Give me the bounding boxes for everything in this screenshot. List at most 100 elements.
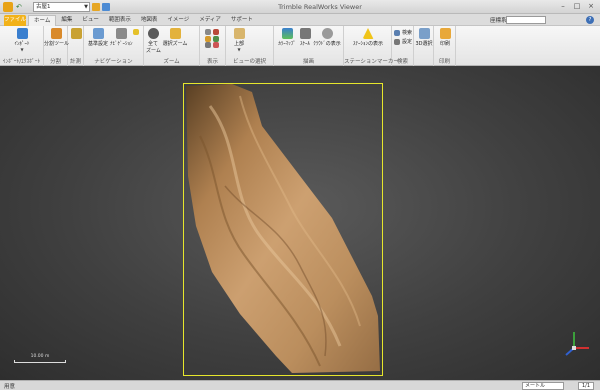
help-icon[interactable]: ? <box>586 16 594 24</box>
display-tools[interactable] <box>203 29 223 49</box>
zoom-select-button[interactable]: 選択ズーム <box>162 28 188 47</box>
save-icon[interactable] <box>102 3 110 11</box>
group-render: ｶﾗｰﾏｯﾌﾟ ｽｹｰﾙ ｸﾗｳﾄﾞの表示 描画 <box>274 26 344 66</box>
base-setting-button[interactable]: 基準設定 <box>87 28 109 47</box>
measure-button[interactable] <box>70 28 82 40</box>
select-3d-label: 3D選択 <box>415 41 433 47</box>
group-viewpoint: 上部 ▼ ビューの選択 <box>226 26 274 66</box>
group-station-marker: ｽﾃｰｼｮﾝの表示 ステーションマーカー <box>344 26 399 66</box>
display-icon-3 <box>205 35 211 42</box>
display-icon-6 <box>213 42 219 48</box>
settings-button[interactable]: 設定 <box>394 38 414 45</box>
top-view-button[interactable]: 上部 ▼ <box>230 28 248 52</box>
zoom-select-label: 選択ズーム <box>162 41 188 47</box>
view-select-value: 古屋1 <box>36 4 51 10</box>
base-label: 基準設定 <box>87 41 108 47</box>
tab-range[interactable]: 範囲表示 <box>104 15 136 26</box>
base-point-icon <box>92 28 104 39</box>
navigation-button[interactable]: ﾅﾋﾞｹﾞｰｼｮﾝ <box>110 28 133 47</box>
group-label: 分割 <box>49 59 61 65</box>
tab-support[interactable]: サポート <box>226 15 258 26</box>
display-icon-2 <box>213 29 219 35</box>
status-bar: 用意 メートル 1/1 <box>0 380 600 390</box>
navigate-icon <box>115 28 127 39</box>
folder-icon[interactable] <box>92 3 100 11</box>
scale-bar-label: 10.00 m <box>30 354 50 359</box>
station-show-button[interactable]: ｽﾃｰｼｮﾝの表示 <box>346 28 390 47</box>
unit-select[interactable]: メートル <box>522 382 564 390</box>
group-zoom: 全て ズーム 選択ズーム ズーム <box>144 26 200 66</box>
group-measure: 計測 <box>68 26 84 66</box>
window-controls: – □ × <box>557 2 597 11</box>
print-label: 印刷 <box>439 41 450 47</box>
station-icon <box>362 28 374 39</box>
view-select[interactable]: 古屋1 ▼ <box>33 2 90 12</box>
nav-mode-button[interactable] <box>133 29 141 36</box>
tab-home[interactable]: ホーム <box>28 15 57 26</box>
group-label: 描画 <box>302 59 314 65</box>
split-label: 分割ツール <box>44 41 70 47</box>
group-label: ビューの選択 <box>232 59 266 65</box>
import-button[interactable]: ｲﾝﾎﾟｰﾄ ▼ <box>8 28 36 52</box>
group-3d-select: 3D選択 <box>414 26 434 66</box>
cloud-icon <box>321 28 333 39</box>
group-import-export: ｲﾝﾎﾟｰﾄ ▼ ｲﾝﾎﾟｰﾄ/ｴｸｽﾎﾟｰﾄ <box>0 26 44 66</box>
magnifier-icon <box>147 28 159 39</box>
search-button[interactable]: 検索 <box>394 29 414 36</box>
3d-viewport[interactable]: 10.00 m <box>0 66 600 380</box>
group-label: ステーションマーカー <box>344 59 399 65</box>
group-label: ｲﾝﾎﾟｰﾄ/ｴｸｽﾎﾟｰﾄ <box>2 59 41 65</box>
group-label: 表示 <box>206 59 218 65</box>
zoom-all-button[interactable]: 全て ズーム <box>146 28 161 54</box>
tab-view[interactable]: ビュー <box>77 15 104 26</box>
tab-file[interactable]: ファイル <box>4 15 26 26</box>
maximize-button[interactable]: □ <box>571 2 583 11</box>
tab-map[interactable]: 地図表 <box>136 15 163 26</box>
tab-image[interactable]: イメージ <box>162 15 194 26</box>
app-logo-icon[interactable] <box>3 2 13 12</box>
group-print: 印刷 印刷 <box>434 26 456 66</box>
scale-label: ｽｹｰﾙ <box>299 41 310 47</box>
minimize-button[interactable]: – <box>557 2 569 11</box>
highlight-icon <box>133 29 139 35</box>
display-icon-5 <box>205 42 211 48</box>
import-icon <box>16 28 28 39</box>
tab-edit[interactable]: 編集 <box>56 15 77 26</box>
zoom-ratio[interactable]: 1/1 <box>578 382 594 390</box>
group-search: 検索 設定 検索 <box>392 26 414 66</box>
group-label: 印刷 <box>438 59 450 65</box>
ruler-icon <box>70 28 82 39</box>
undo-icon[interactable]: ↶ <box>16 3 24 11</box>
ribbon: ｲﾝﾎﾟｰﾄ ▼ ｲﾝﾎﾟｰﾄ/ｴｸｽﾎﾟｰﾄ 分割ツール 分割 計測 基準設定 <box>0 26 600 66</box>
tab-media[interactable]: メディア <box>194 15 226 26</box>
station-label: ｽﾃｰｼｮﾝの表示 <box>352 41 383 47</box>
group-label: 検索 <box>396 59 408 65</box>
cloud-display-button[interactable]: ｸﾗｳﾄﾞの表示 <box>312 28 342 47</box>
group-label: 計測 <box>69 59 81 65</box>
select-3d-button[interactable]: 3D選択 <box>415 28 433 47</box>
print-button[interactable]: 印刷 <box>436 28 454 47</box>
app-window: ↶ 古屋1 ▼ Trimble RealWorks Viewer – □ × フ… <box>0 0 600 390</box>
axis-triad-icon <box>565 332 589 356</box>
ribbon-tab-row: ファイル ホーム 編集 ビュー 範囲表示 地図表 イメージ メディア サポート … <box>0 14 600 26</box>
select-3d-icon <box>418 28 430 39</box>
coord-system-label: 座標系 <box>490 18 507 24</box>
printer-icon <box>439 28 451 39</box>
split-tool-button[interactable]: 分割ツール <box>44 28 70 47</box>
coord-system-select[interactable] <box>506 16 546 24</box>
colormap-icon <box>281 28 293 39</box>
scale-button[interactable]: ｽｹｰﾙ <box>298 28 312 47</box>
scale-bar: 10.00 m <box>14 354 66 366</box>
top-view-icon <box>233 28 245 39</box>
scale-icon <box>299 28 311 39</box>
display-icon-1 <box>205 29 211 35</box>
group-split: 分割ツール 分割 <box>44 26 70 66</box>
group-label: ズーム <box>163 59 180 65</box>
colormap-button[interactable]: ｶﾗｰﾏｯﾌﾟ <box>276 28 298 47</box>
gear-icon <box>394 38 400 45</box>
close-button[interactable]: × <box>585 2 597 11</box>
colormap-label: ｶﾗｰﾏｯﾌﾟ <box>278 41 296 47</box>
status-text: 用意 <box>4 384 16 390</box>
bounding-box <box>183 83 383 376</box>
group-navigation: 基準設定 ﾅﾋﾞｹﾞｰｼｮﾝ ナビゲーション <box>84 26 144 66</box>
